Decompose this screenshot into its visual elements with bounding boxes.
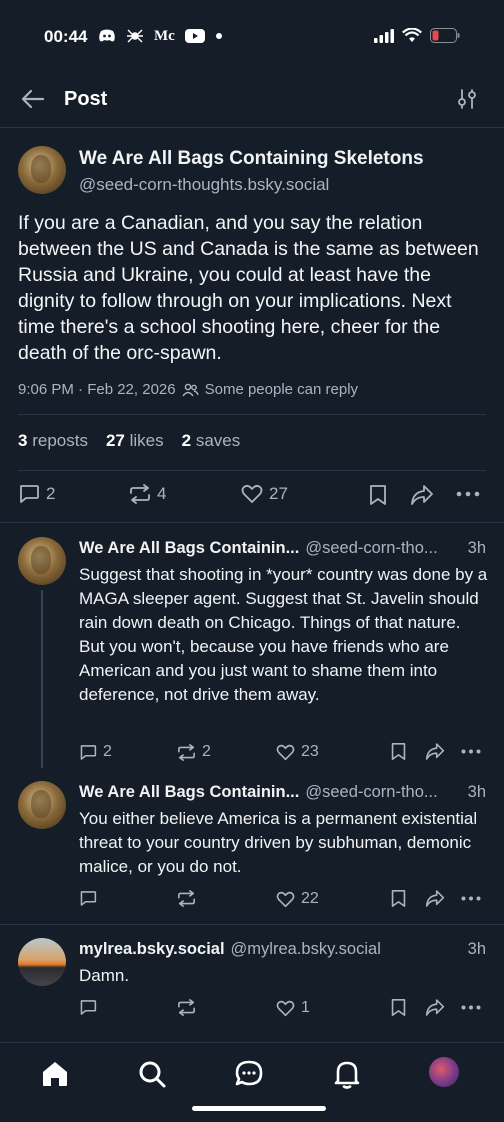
share-icon[interactable] (410, 484, 434, 506)
wifi-icon (402, 28, 422, 42)
repost-icon (178, 890, 195, 907)
repost-button[interactable] (177, 890, 202, 907)
reply-button[interactable]: 2 (18, 484, 55, 504)
status-time: 00:44 (44, 27, 88, 46)
like-button[interactable]: 23 (276, 743, 319, 761)
like-button[interactable]: 1 (276, 999, 310, 1017)
bookmark-icon[interactable] (368, 484, 388, 506)
share-icon[interactable] (425, 889, 445, 908)
more-options-icon[interactable] (461, 1004, 481, 1011)
repost-button[interactable]: 4 (129, 484, 166, 504)
reply-time: 3h (467, 783, 486, 801)
author-name[interactable]: We Are All Bags Containing Skeletons (79, 148, 424, 170)
reply-button[interactable] (79, 999, 103, 1016)
status-bar: 00:44 Mc (0, 0, 504, 70)
reply-button[interactable] (79, 890, 103, 907)
back-arrow-icon[interactable] (20, 86, 46, 112)
reply-avatar[interactable] (18, 781, 66, 829)
home-icon[interactable] (40, 1059, 70, 1089)
heart-icon (276, 744, 295, 760)
bookmark-icon[interactable] (390, 742, 407, 761)
reply-author[interactable]: mylrea.bsky.social @mylrea.bsky.social (79, 940, 381, 959)
discord-icon (99, 29, 115, 42)
more-options-icon[interactable] (461, 895, 481, 902)
like-button[interactable]: 27 (241, 484, 288, 504)
reply-text: Suggest that shooting in *your* country … (79, 565, 488, 704)
chat-icon[interactable] (234, 1059, 264, 1089)
notifications-bell-icon[interactable] (332, 1059, 362, 1089)
sliders-icon[interactable] (456, 88, 478, 110)
mc-icon: Mc (154, 27, 175, 44)
reply-time: 3h (467, 940, 486, 958)
author-avatar[interactable] (18, 146, 66, 194)
reply-text: Damn. (79, 966, 130, 985)
reply-icon (80, 1000, 97, 1015)
reply-icon (80, 744, 97, 760)
people-icon (182, 383, 199, 396)
bookmark-icon[interactable] (390, 889, 407, 908)
repost-icon (130, 484, 150, 504)
search-icon[interactable] (137, 1059, 167, 1089)
battery-icon (430, 28, 460, 43)
repost-icon (178, 743, 195, 761)
reply-avatar[interactable] (18, 537, 66, 585)
spider-icon (127, 29, 143, 43)
home-indicator (192, 1106, 326, 1111)
heart-icon (276, 891, 295, 907)
divider (0, 522, 504, 523)
saves-count[interactable]: 2 saves (182, 431, 241, 451)
reposts-count[interactable]: 3 reposts (18, 431, 88, 451)
divider (0, 924, 504, 925)
likes-count[interactable]: 27 likes (106, 431, 164, 451)
page-title: Post (64, 88, 108, 110)
engagement-counts: 3 reposts 27 likes 2 saves (18, 431, 240, 451)
reply-button[interactable]: 2 (79, 743, 112, 761)
share-icon[interactable] (425, 998, 445, 1017)
dot-icon (215, 33, 222, 39)
repost-button[interactable]: 2 (177, 743, 211, 761)
author-handle[interactable]: @seed-corn-thoughts.bsky.social (79, 175, 329, 195)
youtube-icon (184, 29, 205, 43)
reply-author[interactable]: We Are All Bags Containin... @seed-corn-t… (79, 539, 438, 558)
more-options-icon[interactable] (456, 490, 480, 498)
repost-button[interactable] (177, 999, 202, 1016)
reply-author[interactable]: We Are All Bags Containin... @seed-corn-t… (79, 783, 438, 802)
repost-icon (178, 999, 195, 1016)
post-timestamp: 9:06 PM · Feb 22, 2026 (18, 381, 176, 398)
share-icon[interactable] (425, 742, 445, 761)
reply-handle: @seed-corn-tho... (305, 783, 438, 801)
reply-handle: @mylrea.bsky.social (230, 940, 381, 958)
reply-text: You either believe America is a permanen… (79, 809, 478, 876)
divider (18, 470, 486, 471)
like-button[interactable]: 22 (276, 890, 319, 908)
post-meta: 9:06 PM · Feb 22, 2026 Some people can r… (18, 381, 358, 398)
post-header: Post (0, 70, 504, 128)
reply-handle: @seed-corn-tho... (305, 539, 438, 557)
reply-icon (20, 485, 39, 503)
thread-line (41, 590, 43, 768)
post-text: If you are a Canadian, and you say the r… (18, 212, 479, 364)
heart-icon (241, 484, 263, 503)
heart-icon (276, 1000, 295, 1016)
signal-icon (374, 28, 394, 43)
reply-setting[interactable]: Some people can reply (205, 381, 358, 398)
profile-avatar[interactable] (429, 1057, 459, 1087)
reply-avatar[interactable] (18, 938, 66, 986)
reply-time: 3h (467, 539, 486, 557)
more-options-icon[interactable] (461, 748, 481, 755)
divider (18, 414, 486, 415)
bookmark-icon[interactable] (390, 998, 407, 1017)
reply-icon (80, 891, 97, 906)
